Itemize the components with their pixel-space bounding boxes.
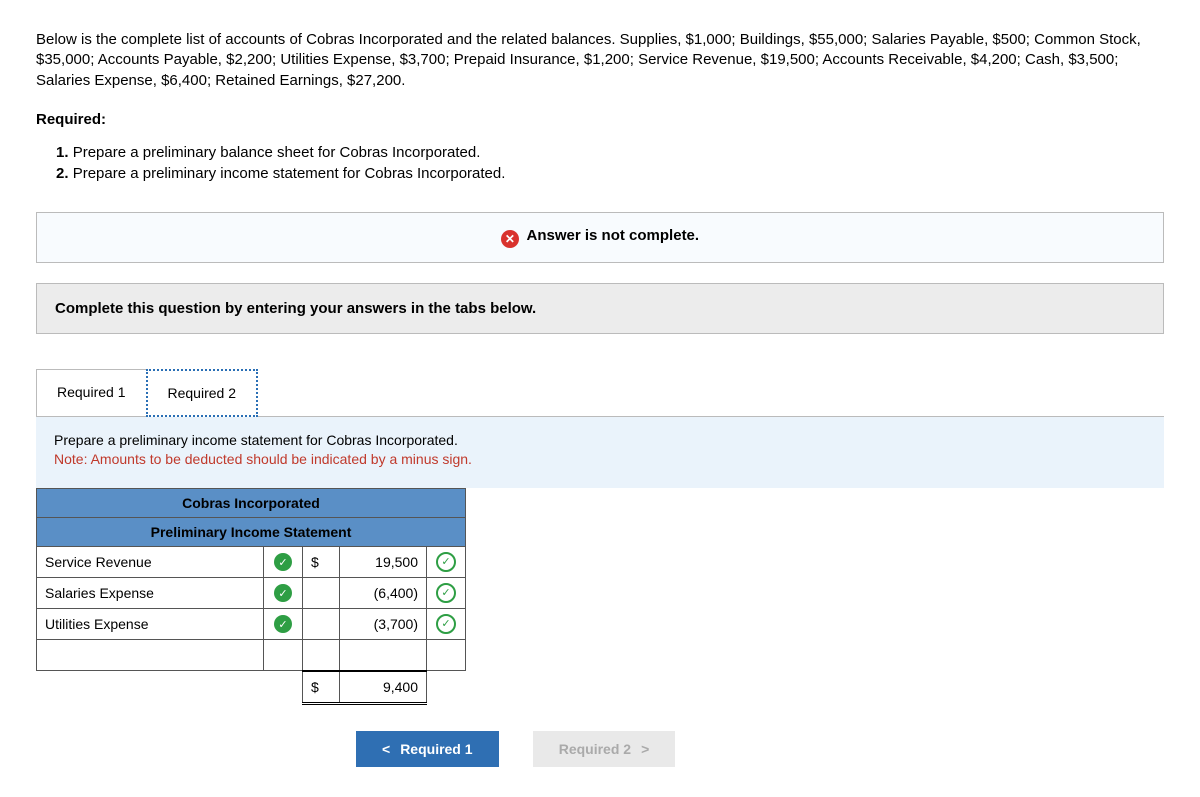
total-amount: 9,400 <box>340 671 427 704</box>
currency-cell <box>303 577 340 608</box>
prev-required-button[interactable]: < Required 1 <box>356 731 499 767</box>
chevron-right-icon: > <box>641 741 649 757</box>
required-list: 1. Prepare a preliminary balance sheet f… <box>56 142 1164 184</box>
table-row: Service Revenue ✓ $ 19,500 ✓ <box>37 546 466 577</box>
tab-strip: Required 1 Required 2 <box>36 368 1164 416</box>
currency-cell: $ <box>303 546 340 577</box>
required-heading: Required: <box>36 111 1164 128</box>
check-icon: ✓ <box>436 583 456 603</box>
tab-instruction-line1: Prepare a preliminary income statement f… <box>54 431 1146 451</box>
next-label: Required 2 <box>559 741 631 757</box>
amount-cell[interactable]: 19,500 <box>340 546 427 577</box>
check-icon: ✓ <box>436 552 456 572</box>
account-cell[interactable]: Salaries Expense <box>37 577 264 608</box>
answer-incomplete-alert: ✕ Answer is not complete. <box>36 212 1164 263</box>
chevron-left-icon: < <box>382 741 390 757</box>
account-cell[interactable] <box>37 639 264 671</box>
next-required-button: Required 2 > <box>533 731 676 767</box>
amount-cell[interactable]: (3,700) <box>340 608 427 639</box>
check-icon: ✓ <box>274 553 292 571</box>
check-icon: ✓ <box>274 584 292 602</box>
tab-body: Prepare a preliminary income statement f… <box>36 416 1164 488</box>
account-cell[interactable]: Service Revenue <box>37 546 264 577</box>
error-icon: ✕ <box>501 230 519 248</box>
table-row: Salaries Expense ✓ (6,400) ✓ <box>37 577 466 608</box>
check-icon: ✓ <box>436 614 456 634</box>
prev-label: Required 1 <box>400 741 472 757</box>
alert-text: Answer is not complete. <box>527 227 700 244</box>
instruction-box: Complete this question by entering your … <box>36 283 1164 334</box>
total-row: $ 9,400 <box>37 671 466 704</box>
account-cell[interactable]: Utilities Expense <box>37 608 264 639</box>
income-statement-table: Cobras Incorporated Preliminary Income S… <box>36 488 466 705</box>
currency-cell <box>303 608 340 639</box>
statement-company: Cobras Incorporated <box>37 488 466 517</box>
tab-required-1[interactable]: Required 1 <box>36 369 147 417</box>
nav-row: < Required 1 Required 2 > <box>356 731 1164 767</box>
amount-cell[interactable] <box>340 639 427 671</box>
tab-instruction-line2: Note: Amounts to be deducted should be i… <box>54 450 1146 470</box>
amount-cell[interactable]: (6,400) <box>340 577 427 608</box>
required-item-2: Prepare a preliminary income statement f… <box>73 165 506 182</box>
table-row <box>37 639 466 671</box>
statement-title: Preliminary Income Statement <box>37 517 466 546</box>
table-row: Utilities Expense ✓ (3,700) ✓ <box>37 608 466 639</box>
tab-required-2[interactable]: Required 2 <box>146 369 259 417</box>
total-currency: $ <box>303 671 340 704</box>
check-icon: ✓ <box>274 615 292 633</box>
required-item-1: Prepare a preliminary balance sheet for … <box>73 144 481 161</box>
problem-text: Below is the complete list of accounts o… <box>36 30 1164 91</box>
